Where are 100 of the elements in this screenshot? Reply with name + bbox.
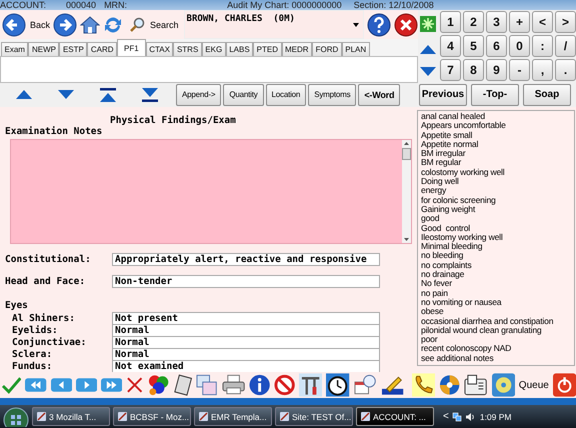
notes-field[interactable] (10, 139, 412, 244)
forward-icon[interactable] (53, 12, 78, 37)
scroll-down-icon[interactable] (420, 66, 436, 76)
scroll-up-icon[interactable] (420, 44, 436, 54)
windows-icon[interactable] (196, 374, 218, 396)
navigation-button[interactable]: -Top- (471, 84, 519, 106)
field-input[interactable]: Non-tender (112, 275, 380, 288)
keypad-key[interactable]: 7 (440, 59, 461, 81)
tab[interactable]: NEWP (28, 42, 60, 56)
navigation-button[interactable]: Previous (419, 84, 467, 106)
keypad-key[interactable]: + (509, 11, 530, 33)
keypad-key[interactable]: 3 (486, 11, 507, 33)
search-button[interactable]: Search (130, 12, 179, 38)
tab[interactable]: PTED (253, 42, 282, 56)
taskbar-item[interactable]: Site: TEST Of... (275, 407, 353, 426)
navigation-button[interactable]: Soap (523, 84, 571, 106)
field-input[interactable]: Appropriately alert, reactive and responsive (112, 253, 380, 266)
phrase-button[interactable]: Append-> (176, 84, 222, 106)
tab[interactable]: PLAN (342, 42, 370, 56)
phrase-item[interactable]: Appears uncomfortable (421, 121, 571, 131)
taskbar-item[interactable]: EMR Templa... (194, 407, 272, 426)
close-icon[interactable] (394, 12, 418, 37)
phrase-item[interactable]: occasional diarrhea and constipation (421, 316, 571, 326)
keypad-key[interactable]: 5 (463, 35, 484, 57)
keypad-key[interactable]: 0 (509, 35, 530, 57)
check-icon[interactable] (2, 376, 22, 394)
delete-icon[interactable] (126, 376, 144, 394)
stopwatch-icon[interactable] (326, 373, 350, 397)
asterisk-icon[interactable] (420, 16, 436, 32)
down-arrow-icon[interactable] (58, 90, 74, 100)
phrase-button[interactable]: Symptoms (308, 84, 356, 106)
search-icon[interactable] (130, 16, 146, 33)
field-input[interactable]: Not present (112, 312, 380, 324)
tools-icon[interactable] (299, 373, 322, 397)
field-input[interactable]: Normal (112, 324, 380, 336)
keypad-key[interactable]: 1 (440, 11, 461, 33)
keypad-key[interactable]: . (555, 59, 576, 81)
next-record-icon[interactable] (76, 378, 98, 392)
phrase-item[interactable]: see additional notes (421, 354, 571, 364)
jump-bottom-icon[interactable] (142, 88, 158, 102)
network-icon[interactable] (452, 412, 462, 422)
phrase-item[interactable]: Appetite small (421, 130, 571, 140)
phrase-item[interactable]: no drainage (421, 270, 571, 280)
field-input[interactable]: Normal (112, 336, 380, 348)
home-icon[interactable] (80, 14, 100, 35)
dropdown-caret-icon[interactable] (352, 23, 359, 28)
keypad-key[interactable]: , (532, 59, 553, 81)
phrase-item[interactable]: Minimal bleeding (421, 242, 571, 252)
taskbar-item[interactable]: ACCOUNT: ... (356, 407, 434, 426)
phrase-item[interactable]: energy (421, 186, 571, 196)
phrase-item[interactable]: poor (421, 335, 571, 344)
scroll-down-arrow-icon[interactable] (404, 238, 409, 241)
field-input[interactable]: Normal (112, 348, 380, 360)
phrase-item[interactable]: colostomy working well (421, 168, 571, 178)
scrollbar-thumb[interactable] (402, 148, 411, 160)
previous-record-icon[interactable] (50, 378, 72, 392)
keypad-key[interactable]: 4 (440, 35, 461, 57)
color-circles-icon[interactable] (148, 374, 169, 396)
keypad-key[interactable]: 8 (463, 59, 484, 81)
phrase-item[interactable]: good (421, 214, 571, 224)
phone-icon[interactable] (412, 373, 436, 397)
keypad-key[interactable]: : (532, 35, 553, 57)
phrase-item[interactable]: Good control (421, 224, 571, 233)
phrase-item[interactable]: no complaints (421, 260, 571, 270)
tab[interactable]: FORD (312, 42, 342, 56)
power-icon[interactable] (552, 373, 576, 397)
phrase-item[interactable]: no bleeding (421, 251, 571, 261)
keypad-key[interactable]: 6 (486, 35, 507, 57)
tab[interactable]: STRS (173, 42, 202, 56)
phrase-item[interactable]: BM irregular (421, 149, 571, 158)
phrase-item[interactable]: Gaining weight (421, 204, 571, 214)
info-icon[interactable] (248, 374, 270, 396)
text-entry-field[interactable] (0, 56, 418, 83)
phrase-item[interactable]: No fever (421, 279, 571, 289)
speaker-icon[interactable] (464, 412, 475, 422)
keypad-key[interactable]: > (555, 11, 576, 33)
phrase-button[interactable]: <-Word (358, 84, 400, 106)
tab[interactable]: ESTP (59, 42, 88, 56)
tab[interactable]: LABS (226, 42, 254, 56)
tab[interactable]: CTAX (146, 42, 174, 56)
tab[interactable]: MEDR (282, 42, 312, 56)
field-input[interactable]: Not examined (112, 360, 380, 372)
first-record-icon[interactable] (25, 378, 47, 392)
keypad-key[interactable]: 9 (486, 59, 507, 81)
phrase-item[interactable]: Doing well (421, 177, 571, 186)
phrase-item[interactable]: anal canal healed (421, 112, 571, 122)
help-icon[interactable] (366, 12, 391, 37)
tab[interactable]: EKG (202, 42, 226, 56)
keypad-key[interactable]: / (555, 35, 576, 57)
tab[interactable]: CARD (87, 42, 118, 56)
calendar-clock-icon[interactable] (354, 374, 377, 396)
printer-icon[interactable] (222, 374, 245, 396)
jump-top-icon[interactable] (100, 88, 116, 102)
keypad-key[interactable]: 2 (463, 11, 484, 33)
phrase-item[interactable]: Appetite normal (421, 140, 571, 150)
patient-dropdown[interactable]: BROWN, CHARLES (0M) (184, 10, 364, 40)
prohibited-icon[interactable] (274, 374, 296, 396)
tab[interactable]: PF1 (117, 39, 146, 56)
notebook-icon[interactable] (172, 374, 192, 396)
fax-icon[interactable] (464, 374, 488, 396)
